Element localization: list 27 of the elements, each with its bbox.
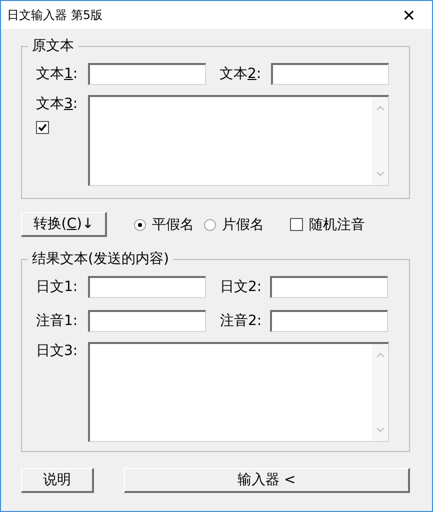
radio-option[interactable]: 片假名 — [204, 216, 264, 234]
group-title: 结果文本(发送的内容) — [28, 251, 173, 267]
field-label: 注音2: — [219, 312, 263, 330]
input-field[interactable] — [88, 63, 206, 85]
radio-option[interactable]: 平假名 — [134, 216, 194, 234]
dialog-button[interactable]: 说明 — [21, 468, 94, 493]
text-area[interactable] — [88, 95, 389, 186]
input-field[interactable] — [271, 63, 389, 85]
field-label: 注音1: — [36, 312, 79, 330]
input-field[interactable] — [88, 310, 206, 332]
convert-button[interactable]: 转换(C)↓ — [21, 212, 107, 237]
field-label: 文本3: — [36, 95, 79, 113]
field-label: 文本1: — [36, 65, 79, 83]
input-field[interactable] — [270, 310, 388, 332]
input-field[interactable] — [88, 276, 206, 298]
text-area[interactable] — [88, 342, 389, 442]
close-button[interactable]: ✕ — [386, 1, 432, 29]
group-title: 原文本 — [28, 38, 78, 54]
checkbox[interactable] — [36, 121, 49, 134]
field-label: 文本2: — [220, 65, 262, 83]
field-label: 日文2: — [219, 278, 263, 296]
input-field[interactable] — [270, 276, 388, 298]
field-label: 日文1: — [36, 278, 79, 296]
checkbox-option[interactable]: 随机注音 — [290, 216, 365, 234]
field-label: 日文3: — [36, 342, 79, 360]
dialog-button[interactable]: 输入器 < — [124, 468, 410, 493]
window-title: 日文输入器 第5版 — [7, 6, 102, 24]
